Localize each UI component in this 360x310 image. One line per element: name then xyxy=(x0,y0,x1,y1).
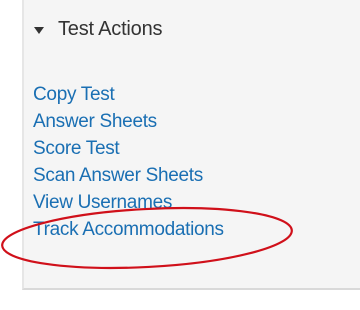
caret-down-icon xyxy=(34,27,44,34)
list-item: Track Accommodations xyxy=(33,218,224,245)
test-actions-header[interactable]: Test Actions xyxy=(34,18,163,41)
scan-answer-sheets-link[interactable]: Scan Answer Sheets xyxy=(33,165,203,186)
track-accommodations-link[interactable]: Track Accommodations xyxy=(33,219,224,240)
list-item: View Usernames xyxy=(33,191,224,218)
test-actions-list: Copy Test Answer Sheets Score Test Scan … xyxy=(33,83,224,245)
list-item: Copy Test xyxy=(33,83,224,110)
answer-sheets-link[interactable]: Answer Sheets xyxy=(33,111,157,132)
test-actions-title: Test Actions xyxy=(58,18,163,40)
copy-test-link[interactable]: Copy Test xyxy=(33,84,115,105)
view-usernames-link[interactable]: View Usernames xyxy=(33,192,172,213)
list-item: Score Test xyxy=(33,137,224,164)
list-item: Scan Answer Sheets xyxy=(33,164,224,191)
list-item: Answer Sheets xyxy=(33,110,224,137)
score-test-link[interactable]: Score Test xyxy=(33,138,120,159)
